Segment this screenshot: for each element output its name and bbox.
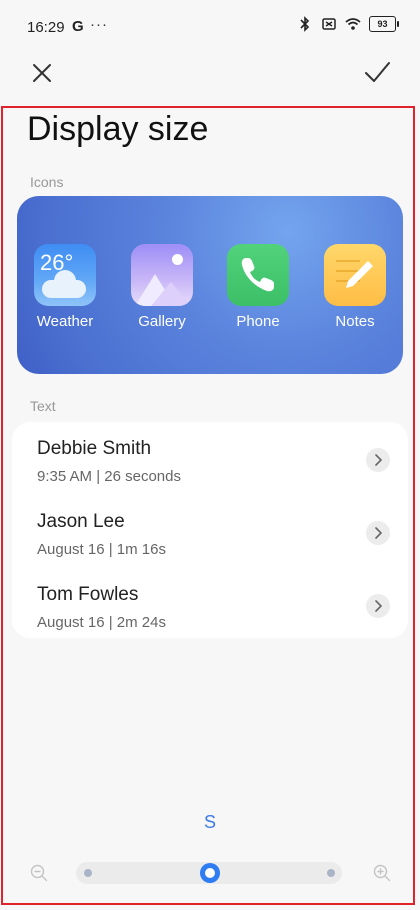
call-name: Jason Lee (37, 511, 125, 532)
app-label-notes: Notes (335, 313, 375, 330)
text-section-label: Text (30, 398, 56, 414)
slider-step-large[interactable] (327, 869, 335, 877)
text-preview-card: Debbie Smith 9:35 AM | 26 seconds Jason … (12, 422, 408, 638)
call-name: Debbie Smith (37, 438, 152, 459)
app-phone: Phone (220, 244, 296, 330)
zoom-in-icon[interactable] (373, 864, 391, 882)
display-size-slider[interactable] (76, 862, 342, 884)
bluetooth-icon (300, 16, 310, 32)
slider-step-small[interactable] (84, 869, 92, 877)
status-time: 16:29 (27, 19, 65, 36)
chevron-right-icon (366, 594, 390, 618)
phone-icon (227, 244, 289, 306)
icons-section-label: Icons (30, 174, 64, 190)
chevron-right-icon (366, 521, 390, 545)
app-notes: Notes (317, 244, 393, 330)
battery-icon: 93 (369, 16, 399, 32)
notes-icon (324, 244, 386, 306)
check-icon[interactable] (362, 58, 392, 88)
status-bar: 16:29 G ··· 93 (0, 0, 420, 50)
google-icon: G (72, 18, 84, 35)
slider-thumb[interactable] (200, 863, 220, 883)
call-name: Tom Fowles (37, 584, 139, 605)
app-weather: 26° Weather (27, 244, 103, 330)
page-title: Display size (27, 110, 209, 148)
gallery-icon (131, 244, 193, 306)
chevron-right-icon (366, 448, 390, 472)
call-detail: August 16 | 1m 16s (37, 541, 166, 558)
app-label-phone: Phone (236, 313, 280, 330)
size-indicator: S (203, 812, 216, 832)
wifi-icon (345, 18, 361, 30)
call-item-debbie-smith[interactable]: Debbie Smith 9:35 AM | 26 seconds (12, 438, 408, 500)
app-label-gallery: Gallery (138, 313, 186, 330)
zoom-out-icon[interactable] (30, 864, 48, 882)
app-gallery: Gallery (124, 244, 200, 330)
close-icon[interactable] (27, 58, 57, 88)
icons-preview-card: 26° Weather Gallery Phone Notes (17, 196, 403, 374)
call-detail: August 16 | 2m 24s (37, 614, 166, 631)
call-item-tom-fowles[interactable]: Tom Fowles August 16 | 2m 24s (12, 584, 408, 646)
no-sim-icon (322, 18, 336, 30)
weather-icon: 26° (34, 244, 96, 306)
call-item-jason-lee[interactable]: Jason Lee August 16 | 1m 16s (12, 511, 408, 573)
call-detail: 9:35 AM | 26 seconds (37, 468, 181, 485)
more-notifications-icon: ··· (90, 16, 108, 33)
top-bar (0, 55, 420, 95)
app-label-weather: Weather (36, 313, 94, 330)
